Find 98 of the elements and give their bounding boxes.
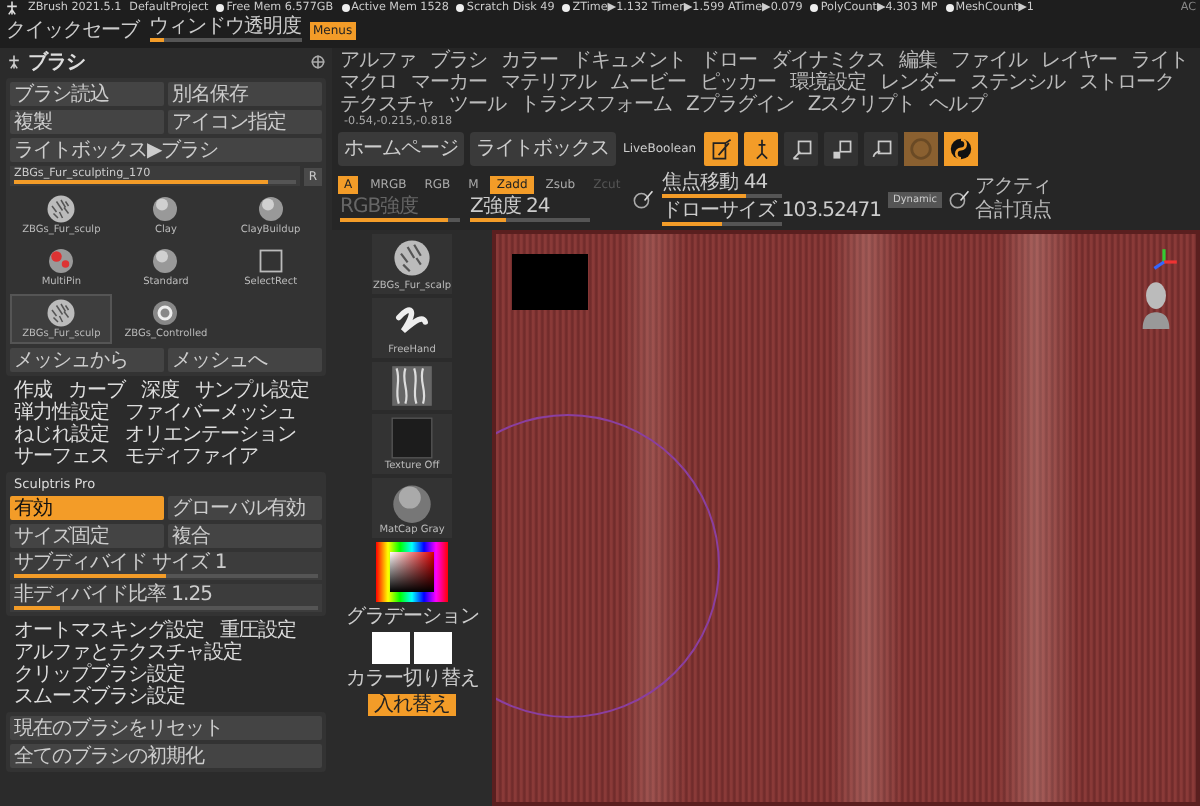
- brush-menu-item[interactable]: オートマスキング設定: [14, 620, 204, 642]
- brush-menu-item[interactable]: 弾力性設定: [14, 402, 109, 424]
- fur-strands-icon: [390, 364, 434, 408]
- fur-sphere-icon: [46, 194, 77, 224]
- toggle-button[interactable]: グローバル有効: [168, 496, 322, 520]
- mode-button[interactable]: [744, 132, 779, 166]
- quicksave-button[interactable]: クイックセーブ: [4, 20, 141, 42]
- menu-item[interactable]: トランスフォーム: [520, 94, 672, 116]
- square-outline-icon: [255, 246, 286, 276]
- stroke-circle-icon: [947, 188, 970, 210]
- menu-item[interactable]: ヘルプ: [929, 94, 987, 116]
- menu-item[interactable]: Zスクリプト: [807, 94, 916, 116]
- brush-menu-item[interactable]: サンプル設定: [195, 380, 309, 402]
- mode-button[interactable]: [704, 132, 739, 166]
- palette-button[interactable]: ブラシ読込: [10, 82, 164, 106]
- menu-item[interactable]: ドロー: [700, 50, 757, 72]
- brush-menu-item[interactable]: オリエンテーション: [125, 424, 296, 446]
- toggle-button[interactable]: 有効: [10, 496, 164, 520]
- menu-item[interactable]: Zプラグイン: [686, 94, 794, 116]
- brush-menu-item[interactable]: サーフェス: [14, 446, 109, 468]
- menu-item[interactable]: テクスチャ: [340, 94, 435, 116]
- draw-slider[interactable]: 焦点移動 44: [660, 172, 883, 198]
- home-page-button[interactable]: ホームページ: [338, 132, 464, 166]
- brush-menu-item[interactable]: 深度: [141, 380, 179, 402]
- brush-menu-item[interactable]: ファイバーメッシュ: [125, 402, 296, 424]
- palette-button[interactable]: 別名保存: [168, 82, 322, 106]
- brush-menu-item[interactable]: クリップブラシ設定: [14, 664, 185, 686]
- empty-texture-icon: [390, 416, 434, 460]
- ring-icon: [908, 136, 935, 162]
- palette-slider[interactable]: 非ディバイド比率 1.25: [10, 584, 322, 612]
- fur-sphere-icon: [46, 298, 77, 328]
- reset-button[interactable]: 全てのブラシの初期化: [10, 744, 322, 768]
- mode-button[interactable]: [824, 132, 859, 166]
- menu-item[interactable]: ピッカー: [700, 72, 776, 94]
- color-swatch[interactable]: [372, 632, 410, 664]
- mode-button[interactable]: [864, 132, 899, 166]
- mesh-button[interactable]: メッシュから: [10, 348, 164, 372]
- menu-item[interactable]: カラー: [501, 50, 558, 72]
- menu-item[interactable]: ムービー: [610, 72, 686, 94]
- menu-item[interactable]: ステンシル: [970, 72, 1065, 94]
- edit-icon: [709, 137, 734, 161]
- color-swatch[interactable]: [414, 632, 452, 664]
- brush-menu-item[interactable]: 作成: [14, 380, 52, 402]
- swirl-icon: [948, 136, 975, 162]
- figure-icon: [6, 54, 22, 70]
- pinned-sphere-icon: [46, 246, 77, 276]
- color-picker[interactable]: [376, 542, 448, 602]
- lightbox-button[interactable]: ライトボックス: [470, 132, 615, 166]
- draw-slider[interactable]: ドローサイズ 103.52471: [660, 200, 883, 226]
- material-button[interactable]: [944, 132, 979, 166]
- menu-item[interactable]: ダイナミクス: [771, 50, 885, 72]
- brush-menu-item[interactable]: アルファとテクスチャ設定: [14, 642, 242, 664]
- menu-item[interactable]: マーカー: [411, 72, 487, 94]
- menu-item[interactable]: ファイル: [951, 50, 1027, 72]
- ring-sphere-icon: [150, 298, 181, 328]
- gradient-button[interactable]: グラデーション: [343, 606, 481, 628]
- shelf-tile[interactable]: [372, 362, 452, 410]
- blank-thumbnail: [512, 254, 588, 310]
- menu-item[interactable]: 編集: [899, 50, 937, 72]
- palette-title: ブラシ: [28, 51, 85, 73]
- toggle-button[interactable]: サイズ固定: [10, 524, 164, 548]
- sphere-icon: [150, 246, 181, 276]
- menu-item[interactable]: アルファ: [340, 50, 416, 72]
- menu-item[interactable]: ドキュメント: [572, 50, 686, 72]
- menu-item[interactable]: レイヤー: [1041, 50, 1117, 72]
- sphere-icon: [390, 480, 434, 524]
- menu-item[interactable]: マクロ: [340, 72, 397, 94]
- lightbox-brush-button[interactable]: ライトボックス▶ブラシ: [10, 138, 322, 162]
- brush-menu-item[interactable]: 重圧設定: [220, 620, 296, 642]
- info-label: アクティ: [975, 176, 1052, 198]
- reset-button[interactable]: 現在のブラシをリセット: [10, 716, 322, 740]
- palette-slider[interactable]: サブディバイド サイズ 1: [10, 552, 322, 580]
- brush-menu-item[interactable]: モディファイア: [125, 446, 258, 468]
- figure-logo-icon: [4, 0, 20, 16]
- sphere-icon: [255, 194, 286, 224]
- menu-item[interactable]: ブラシ: [430, 50, 487, 72]
- info-label: 合計頂点: [975, 200, 1052, 222]
- stroke-circle-icon: [632, 188, 655, 210]
- brush-menu-item[interactable]: ねじれ設定: [14, 424, 109, 446]
- switch-colors-button[interactable]: カラー切り替え: [343, 668, 481, 690]
- toggle-button[interactable]: 複合: [168, 524, 322, 548]
- menu-item[interactable]: ツール: [449, 94, 506, 116]
- swap-button[interactable]: 入れ替え: [368, 694, 456, 716]
- menu-item[interactable]: ストローク: [1079, 72, 1174, 94]
- menu-item[interactable]: マテリアル: [501, 72, 596, 94]
- menu-item[interactable]: 環境設定: [790, 72, 866, 94]
- brush-menu-item[interactable]: カーブ: [68, 380, 125, 402]
- transparency-slider[interactable]: ウィンドウ透明度: [149, 16, 301, 46]
- menu-item[interactable]: ライト: [1131, 50, 1188, 72]
- mesh-button[interactable]: メッシュへ: [168, 348, 322, 372]
- fur-sphere-icon: [390, 236, 434, 280]
- intensity-slider[interactable]: Z強度 24: [468, 196, 592, 222]
- mode-button[interactable]: [784, 132, 819, 166]
- menu-item[interactable]: レンダー: [880, 72, 956, 94]
- sphere-icon: [150, 194, 181, 224]
- brush-menu-item[interactable]: スムーズブラシ設定: [14, 686, 185, 708]
- palette-button[interactable]: 複製: [10, 110, 164, 134]
- palette-button[interactable]: アイコン指定: [168, 110, 322, 134]
